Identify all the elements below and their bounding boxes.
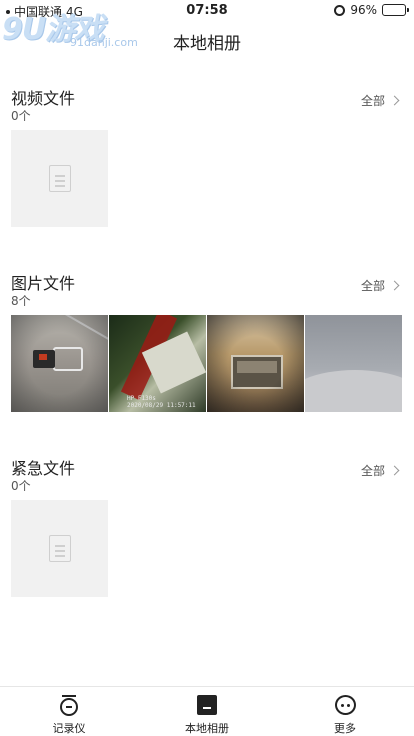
- recorder-icon: [59, 695, 79, 716]
- view-all-images-button[interactable]: 全部: [360, 277, 400, 294]
- image-timestamp: HP F130s 2020/08/29 11:57:11: [127, 395, 196, 409]
- album-icon: [197, 695, 217, 715]
- image-thumbnail[interactable]: [207, 315, 304, 412]
- alarm-icon: [334, 4, 346, 16]
- status-right: 96%: [334, 3, 409, 17]
- document-icon: [48, 535, 71, 562]
- section-count: 8个: [11, 294, 31, 308]
- section-count: 0个: [11, 479, 31, 493]
- view-all-video-button[interactable]: 全部: [360, 92, 400, 109]
- chevron-right-icon: [389, 465, 400, 476]
- chevron-right-icon: [389, 95, 400, 106]
- image-thumbnail[interactable]: [305, 315, 402, 412]
- chevron-right-icon: [389, 280, 400, 291]
- section-title: 图片文件: [11, 274, 76, 293]
- section-emergency: 紧急文件 0个 全部: [0, 455, 414, 600]
- view-all-label: 全部: [360, 464, 385, 478]
- battery-percent: 96%: [350, 3, 377, 17]
- section-title: 视频文件: [11, 89, 76, 108]
- tab-label: 本地相册: [185, 722, 229, 735]
- tab-recorder[interactable]: 记录仪: [0, 687, 138, 736]
- bottom-tab-bar: 记录仪 本地相册 更多: [0, 686, 414, 736]
- page-header: 本地相册: [0, 30, 414, 58]
- tab-local-album[interactable]: 本地相册: [138, 687, 276, 736]
- empty-placeholder: [11, 500, 108, 597]
- view-all-label: 全部: [360, 94, 385, 108]
- battery-icon: [382, 4, 409, 16]
- document-icon: [48, 165, 71, 192]
- status-bar: 中国联通 4G 07:58 96%: [0, 0, 414, 22]
- section-title: 紧急文件: [11, 459, 76, 478]
- tab-more[interactable]: 更多: [276, 687, 414, 736]
- section-images: 图片文件 8个 全部 HP F130s 2020/08/29 11:57:11: [0, 270, 414, 415]
- image-thumbnail[interactable]: HP F130s 2020/08/29 11:57:11: [109, 315, 206, 412]
- section-count: 0个: [11, 109, 31, 123]
- page-title: 本地相册: [173, 34, 241, 54]
- more-icon: [334, 695, 356, 715]
- tab-label: 更多: [334, 722, 356, 735]
- image-thumbnail[interactable]: [11, 315, 108, 412]
- section-video: 视频文件 0个 全部: [0, 85, 414, 230]
- image-thumbnail-row: HP F130s 2020/08/29 11:57:11: [11, 315, 402, 412]
- tab-label: 记录仪: [52, 722, 86, 735]
- view-all-emergency-button[interactable]: 全部: [360, 462, 400, 479]
- empty-placeholder: [11, 130, 108, 227]
- view-all-label: 全部: [360, 279, 385, 293]
